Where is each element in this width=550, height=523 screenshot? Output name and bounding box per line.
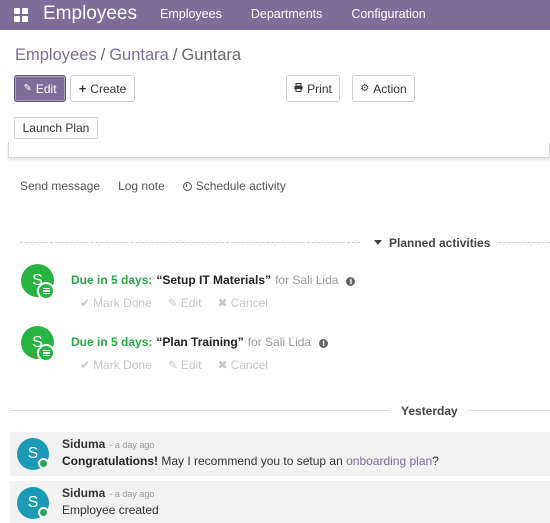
create-button-label: Create xyxy=(90,81,127,96)
mark-done-label: Mark Done xyxy=(93,358,152,372)
edit-activity-button[interactable]: ✎ Edit xyxy=(168,296,202,310)
close-icon: ✖ xyxy=(217,296,228,310)
activity-item: S Due in 5 days: “Setup IT Materials” for … xyxy=(20,264,550,314)
close-icon: ✖ xyxy=(217,358,228,372)
pencil-icon: ✎ xyxy=(23,83,32,94)
activity-summary: “Plan Training” xyxy=(156,335,244,349)
cancel-activity-button[interactable]: ✖ Cancel xyxy=(218,296,268,310)
planned-activities-title: Planned activities xyxy=(389,236,491,250)
mark-done-button[interactable]: ✔ Mark Done xyxy=(80,358,152,372)
message-body-end: ? xyxy=(432,454,439,468)
cancel-activity-label: Cancel xyxy=(230,296,268,310)
breadcrumb-current: Guntara xyxy=(181,46,242,64)
edit-activity-button[interactable]: ✎ Edit xyxy=(168,358,202,372)
top-navbar: Employees Employees Departments Configur… xyxy=(0,0,550,30)
message-item: S Siduma - a day ago Congratulations! May… xyxy=(10,432,550,476)
activity-summary: “Setup IT Materials” xyxy=(156,273,272,287)
message-author[interactable]: Siduma xyxy=(62,437,105,451)
main-menu: Employees Departments Configuration xyxy=(160,7,455,21)
check-icon: ✔ xyxy=(80,296,91,310)
breadcrumb-separator: / xyxy=(172,46,178,64)
message-author-line: Siduma - a day ago xyxy=(62,486,154,500)
planned-activities-toggle[interactable]: Planned activities xyxy=(374,236,490,250)
date-separator-line xyxy=(10,410,390,411)
edit-button-label: Edit xyxy=(35,81,57,96)
activity-due: Due in 5 days: xyxy=(71,273,153,287)
schedule-activity-label: Schedule activity xyxy=(195,179,286,193)
activity-assignee: for Sali Lida xyxy=(275,273,339,287)
activity-header: Due in 5 days: “Setup IT Materials” for Sa… xyxy=(71,273,356,287)
activity-item: S Due in 5 days: “Plan Training” for Sali … xyxy=(20,326,550,376)
action-button[interactable]: ⚙ Action xyxy=(352,75,415,102)
breadcrumb-separator: / xyxy=(100,46,106,64)
edit-activity-label: Edit xyxy=(180,296,202,310)
message-date: - a day ago xyxy=(109,440,155,450)
create-button[interactable]: + Create xyxy=(70,75,135,102)
message-date: - a day ago xyxy=(109,489,155,499)
menu-item-employees[interactable]: Employees xyxy=(160,7,222,21)
app-title[interactable]: Employees xyxy=(43,2,137,26)
message-author[interactable]: Siduma xyxy=(62,486,105,500)
caret-down-icon xyxy=(374,240,382,245)
activity-actions: ✔ Mark Done ✎ Edit ✖ Cancel xyxy=(80,296,284,310)
cancel-activity-button[interactable]: ✖ Cancel xyxy=(218,358,268,372)
chatter-topbar: Send message Log note Schedule activity xyxy=(20,179,304,193)
plus-icon: + xyxy=(78,81,87,96)
breadcrumb-employees[interactable]: Employees xyxy=(15,46,97,64)
menu-item-configuration[interactable]: Configuration xyxy=(351,7,425,21)
activity-actions: ✔ Mark Done ✎ Edit ✖ Cancel xyxy=(80,358,284,372)
divider-line xyxy=(20,242,360,243)
print-button-label: Print xyxy=(307,81,332,96)
gear-icon: ⚙ xyxy=(360,83,370,94)
mark-done-button[interactable]: ✔ Mark Done xyxy=(80,296,152,310)
activity-assignee: for Sali Lida xyxy=(247,335,312,349)
divider-line xyxy=(498,242,550,243)
clock-icon xyxy=(182,182,192,191)
info-icon[interactable]: i xyxy=(346,277,356,286)
online-status-icon xyxy=(38,507,49,518)
date-separator-line xyxy=(467,410,550,411)
print-icon xyxy=(294,82,303,95)
mark-done-label: Mark Done xyxy=(93,296,152,310)
edit-activity-label: Edit xyxy=(180,358,202,372)
todo-icon xyxy=(37,344,55,362)
edit-button[interactable]: ✎ Edit xyxy=(14,75,66,102)
launch-plan-button[interactable]: Launch Plan xyxy=(14,117,98,139)
breadcrumb-guntara[interactable]: Guntara xyxy=(109,46,169,64)
message-body: Employee created xyxy=(62,503,159,517)
breadcrumb: Employees / Guntara / Guntara xyxy=(15,46,241,65)
online-status-icon xyxy=(38,458,49,469)
onboarding-plan-link[interactable]: onboarding plan xyxy=(346,454,432,468)
todo-icon xyxy=(37,282,55,300)
cancel-activity-label: Cancel xyxy=(230,358,268,372)
message-item: S Siduma - a day ago Employee created xyxy=(10,481,550,523)
message-body-bold: Congratulations! xyxy=(62,454,158,468)
info-icon[interactable]: i xyxy=(319,339,329,348)
menu-item-departments[interactable]: Departments xyxy=(251,7,323,21)
send-message-button[interactable]: Send message xyxy=(20,179,100,193)
check-icon: ✔ xyxy=(80,358,91,372)
activity-header: Due in 5 days: “Plan Training” for Sali Li… xyxy=(71,335,329,349)
message-body: Congratulations! May I recommend you to … xyxy=(62,454,439,468)
form-sheet xyxy=(8,142,550,158)
pencil-icon: ✎ xyxy=(167,358,178,372)
action-button-label: Action xyxy=(373,81,407,96)
schedule-activity-button[interactable]: Schedule activity xyxy=(182,179,286,193)
message-author-line: Siduma - a day ago xyxy=(62,437,154,451)
pencil-icon: ✎ xyxy=(167,296,178,310)
log-note-button[interactable]: Log note xyxy=(118,179,165,193)
date-separator-label: Yesterday xyxy=(401,404,458,418)
message-body-text: May I recommend you to setup an xyxy=(158,454,347,468)
apps-menu-icon[interactable] xyxy=(14,8,28,22)
print-button[interactable]: Print xyxy=(286,75,340,102)
activity-due: Due in 5 days: xyxy=(71,335,153,349)
